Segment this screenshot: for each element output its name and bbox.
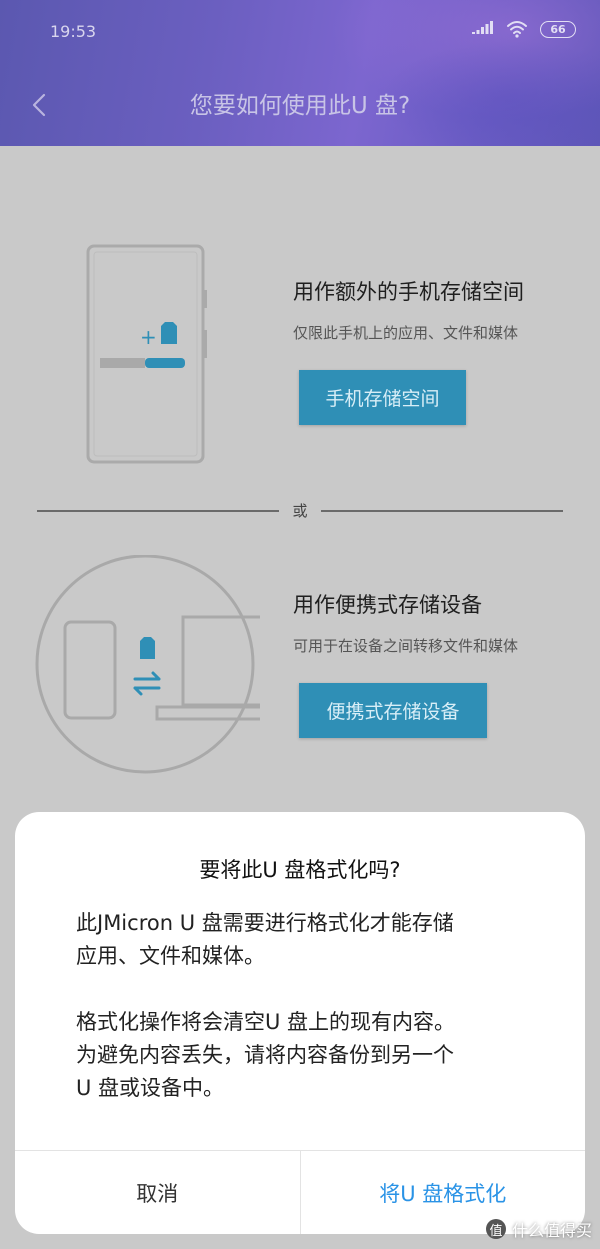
divider-left [37,510,279,512]
watermark-text: 什么值得买 [511,1221,592,1240]
watermark: 值 什么值得买 [485,1217,592,1241]
status-icons: 66 [472,20,576,38]
internal-storage-title: 用作额外的手机存储空间 [293,280,524,304]
portable-storage-subtitle: 可用于在设备之间转移文件和媒体 [293,637,519,655]
format-dialog: 要将此U 盘格式化吗? 此JMicron U 盘需要进行格式化才能存储 应用、文… [15,812,585,1234]
page-title: 您要如何使用此U 盘? [189,93,411,119]
watermark-logo-icon: 值 [485,1219,506,1239]
phone-storage-button[interactable]: 手机存储空间 [299,370,466,425]
dialog-title: 要将此U 盘格式化吗? [199,858,401,882]
divider-or-label: 或 [292,502,308,520]
dialog-message: 此JMicron U 盘需要进行格式化才能存储 应用、文件和媒体。 格式化操作将… [76,907,546,1105]
signal-icon [472,21,493,34]
internal-storage-subtitle: 仅限此手机上的应用、文件和媒体 [293,324,519,342]
phone-storage-illustration: + [86,244,207,464]
cancel-button[interactable]: 取消 [15,1151,301,1234]
portable-storage-button[interactable]: 便携式存储设备 [299,683,487,738]
dialog-paragraph-2: 格式化操作将会清空U 盘上的现有内容。 为避免内容丢失，请将内容备份到另一个 U… [76,1010,456,1100]
battery-indicator: 66 [540,20,576,38]
dialog-paragraph-1: 此JMicron U 盘需要进行格式化才能存储 应用、文件和媒体。 [76,911,454,968]
status-time: 19:53 [50,22,97,41]
wifi-icon [507,21,527,38]
app-header: 19:53 66 您要如何使用此U 盘? [0,0,600,146]
svg-text:+: + [140,325,157,349]
portable-storage-illustration [35,555,260,774]
divider-right [321,510,563,512]
portable-storage-title: 用作便携式存储设备 [293,593,482,617]
